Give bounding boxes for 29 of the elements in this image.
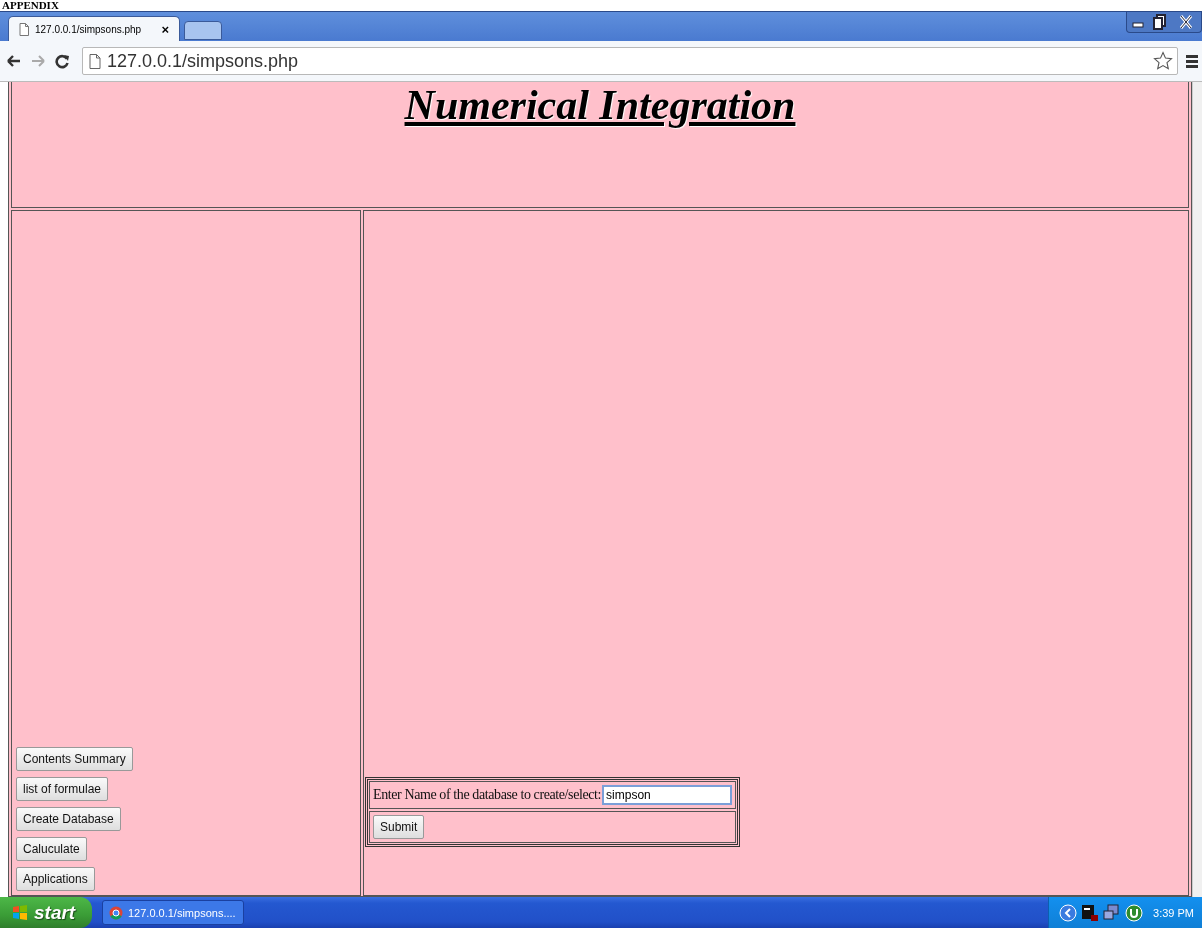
nav-button[interactable]: Applications — [16, 867, 95, 891]
menu-icon[interactable] — [1186, 53, 1198, 69]
appendix-heading: APPENDIX — [1, 0, 60, 11]
nav-button[interactable]: Create Database — [16, 807, 121, 831]
address-bar[interactable]: 127.0.0.1/simpsons.php — [82, 47, 1178, 75]
browser-tab[interactable]: 127.0.0.1/simpsons.php × — [8, 16, 180, 41]
chevron-icon[interactable] — [1059, 903, 1078, 922]
network-icon[interactable] — [1103, 903, 1122, 922]
torrent-icon[interactable] — [1125, 903, 1144, 922]
browser-icon — [109, 905, 123, 920]
nav-button[interactable]: Caluculate — [16, 837, 87, 861]
url-text: 127.0.0.1/simpsons.php — [107, 50, 299, 72]
page-icon — [89, 53, 101, 69]
reload-icon[interactable] — [54, 53, 70, 69]
star-icon[interactable] — [1153, 51, 1173, 71]
nav-button[interactable]: Contents Summary — [16, 747, 133, 771]
page-icon — [19, 22, 29, 36]
new-tab-button[interactable] — [184, 21, 222, 40]
field-label: Enter Name of the database to create/select: — [373, 787, 602, 803]
back-arrow-icon[interactable] — [6, 53, 22, 69]
clock: 3:39 PM — [1153, 906, 1194, 919]
submit-button[interactable]: Submit — [373, 815, 425, 839]
taskbar-button[interactable]: 127.0.0.1/simpsons.... — [102, 900, 244, 925]
windows-logo-icon — [12, 904, 28, 921]
close-tab-button[interactable]: × — [161, 21, 169, 37]
tab-title: 127.0.0.1/simpsons.php — [35, 23, 143, 35]
nav-button[interactable]: list of formulae — [16, 777, 109, 801]
page-title: Numerical Integration — [404, 82, 796, 128]
database-name-field[interactable]: simpson — [602, 785, 733, 805]
